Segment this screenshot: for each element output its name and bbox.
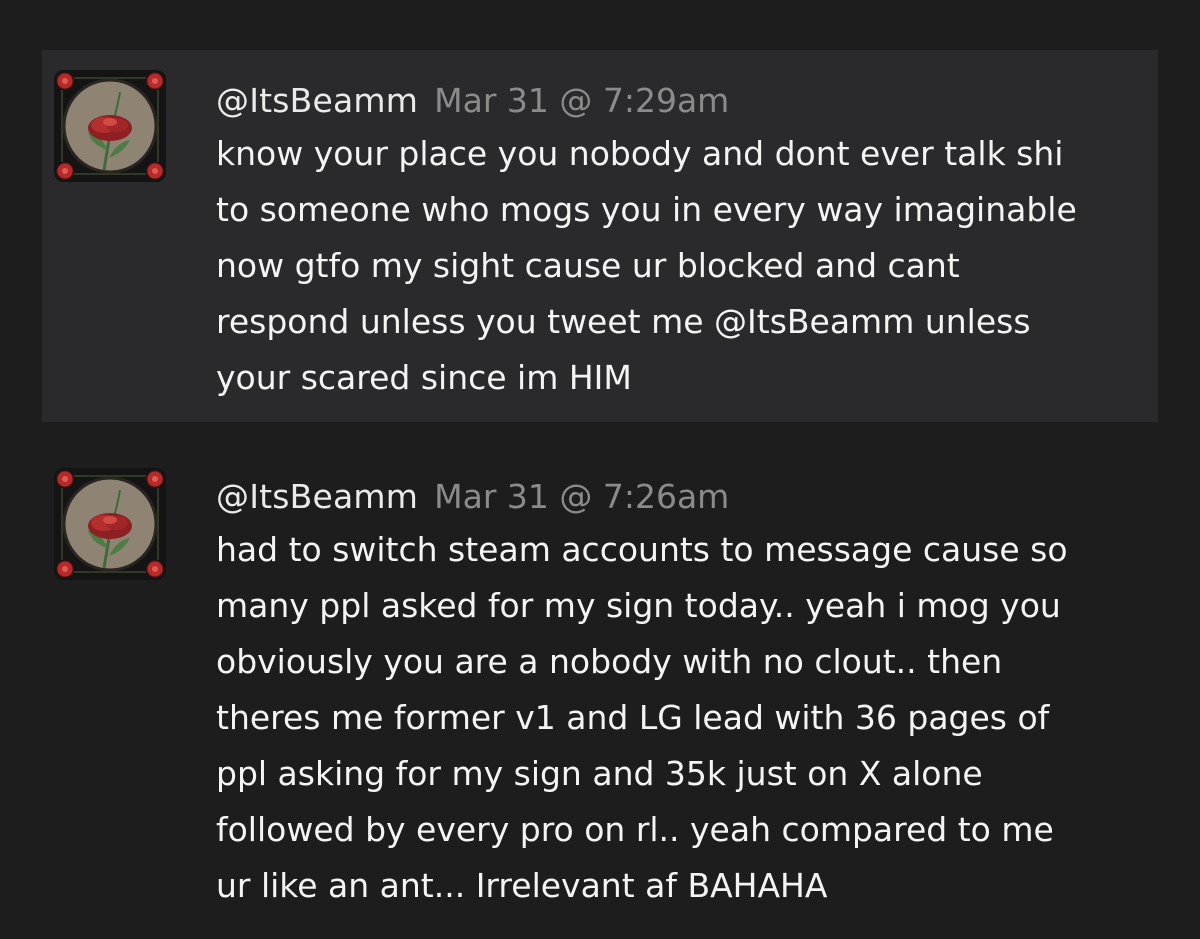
comment-text-line: your scared since im HIM (216, 358, 632, 397)
comment-thread: @ItsBeamm Mar 31 @ 7:29am know your place… (0, 0, 1200, 939)
comment-text: know your place you nobody and dont ever… (216, 126, 1138, 406)
comment-text-line: ur like an ant... Irrelevant af BAHAHA (216, 866, 828, 905)
comment-text-line: now gtfo my sight cause ur blocked and c… (216, 246, 960, 285)
comment-text-line: many ppl asked for my sign today.. yeah … (216, 586, 1061, 625)
comment-text-line: to someone who mogs you in every way ima… (216, 190, 1077, 229)
comment-body: @ItsBeamm Mar 31 @ 7:26am had to switch s… (216, 472, 1138, 914)
author-link[interactable]: @ItsBeamm (216, 477, 418, 516)
comment-timestamp: Mar 31 @ 7:26am (434, 477, 730, 516)
comment-item: @ItsBeamm Mar 31 @ 7:29am know your place… (42, 50, 1158, 422)
comment-timestamp: Mar 31 @ 7:29am (434, 81, 730, 120)
comment-text-line: ppl asking for my sign and 35k just on X… (216, 754, 983, 793)
comment-text-line: had to switch steam accounts to message … (216, 530, 1068, 569)
comment-meta: @ItsBeamm Mar 31 @ 7:26am (216, 472, 1138, 522)
comment-text-line: theres me former v1 and LG lead with 36 … (216, 698, 1050, 737)
comment-meta: @ItsBeamm Mar 31 @ 7:29am (216, 76, 1138, 126)
comment-text: had to switch steam accounts to message … (216, 522, 1138, 914)
author-link[interactable]: @ItsBeamm (216, 81, 418, 120)
rose-avatar-icon[interactable] (54, 468, 166, 580)
comment-text-line: followed by every pro on rl.. yeah compa… (216, 810, 1054, 849)
rose-avatar-icon[interactable] (54, 70, 166, 182)
comment-body: @ItsBeamm Mar 31 @ 7:29am know your place… (216, 76, 1138, 406)
comment-item: @ItsBeamm Mar 31 @ 7:26am had to switch s… (42, 450, 1158, 939)
comment-text-line: respond unless you tweet me @ItsBeamm un… (216, 302, 1031, 341)
comment-text-line: obviously you are a nobody with no clout… (216, 642, 1003, 681)
comment-text-line: know your place you nobody and dont ever… (216, 134, 1064, 173)
